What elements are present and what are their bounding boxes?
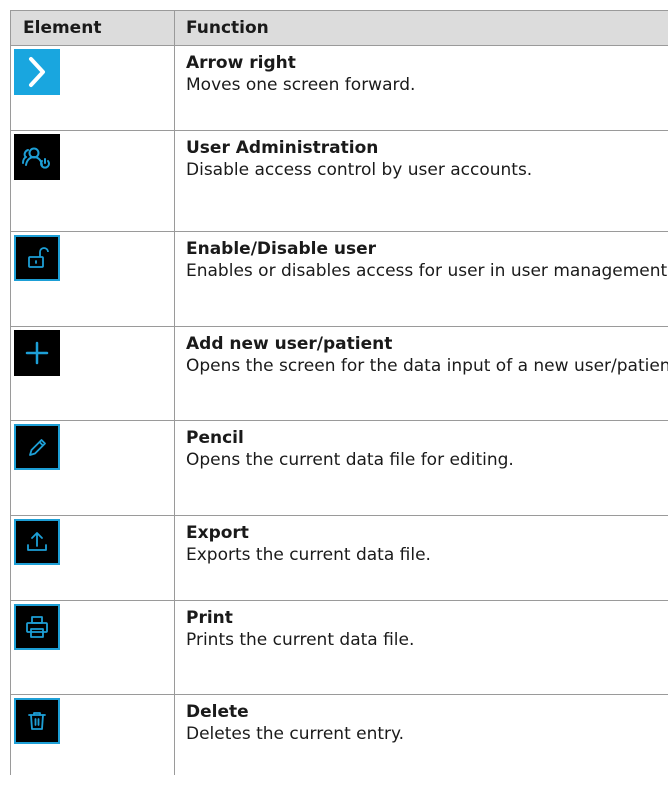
row-title: Add new user/patient xyxy=(186,334,393,354)
table-row: Enable/Disable user Enables or disables … xyxy=(11,232,668,327)
row-title: Arrow right xyxy=(186,53,296,73)
table-row: Print Prints the current data file. xyxy=(11,601,668,695)
table-row: Pencil Opens the current data file for e… xyxy=(11,421,668,516)
user-administration-icon xyxy=(14,134,60,180)
arrow-right-icon xyxy=(14,49,60,95)
plus-icon xyxy=(14,330,60,376)
row-title: Pencil xyxy=(186,428,244,448)
row-description: Opens the current data file for editing. xyxy=(186,450,514,470)
table-row: Export Exports the current data file. xyxy=(11,516,668,601)
header-element: Element xyxy=(11,11,175,45)
row-description: Deletes the current entry. xyxy=(186,724,405,744)
row-title: Delete xyxy=(186,702,249,722)
row-description: Moves one screen forward. xyxy=(186,75,416,95)
trash-icon xyxy=(14,698,60,744)
printer-icon xyxy=(14,604,60,650)
row-description: Exports the current data file. xyxy=(186,545,431,565)
row-title: Export xyxy=(186,523,249,543)
table-header-row: Element Function xyxy=(11,11,668,46)
row-description: Enables or disables access for user in u… xyxy=(186,261,668,281)
row-title: Print xyxy=(186,608,233,628)
table-row: Delete Deletes the current entry. xyxy=(11,695,668,775)
row-title: Enable/Disable user xyxy=(186,239,377,259)
row-description: Prints the current data file. xyxy=(186,630,415,650)
header-function: Function xyxy=(186,18,269,38)
pencil-icon xyxy=(14,424,60,470)
row-description: Opens the screen for the data input of a… xyxy=(186,356,668,376)
icon-function-table: Element Function Arrow right Moves one s… xyxy=(10,10,668,775)
row-title: User Administration xyxy=(186,138,379,158)
unlock-icon xyxy=(14,235,60,281)
row-description: Disable access control by user accounts. xyxy=(186,160,533,180)
table-row: Arrow right Moves one screen forward. xyxy=(11,46,668,131)
table-row: Add new user/patient Opens the screen fo… xyxy=(11,327,668,421)
table-row: User Administration Disable access contr… xyxy=(11,131,668,232)
export-icon xyxy=(14,519,60,565)
